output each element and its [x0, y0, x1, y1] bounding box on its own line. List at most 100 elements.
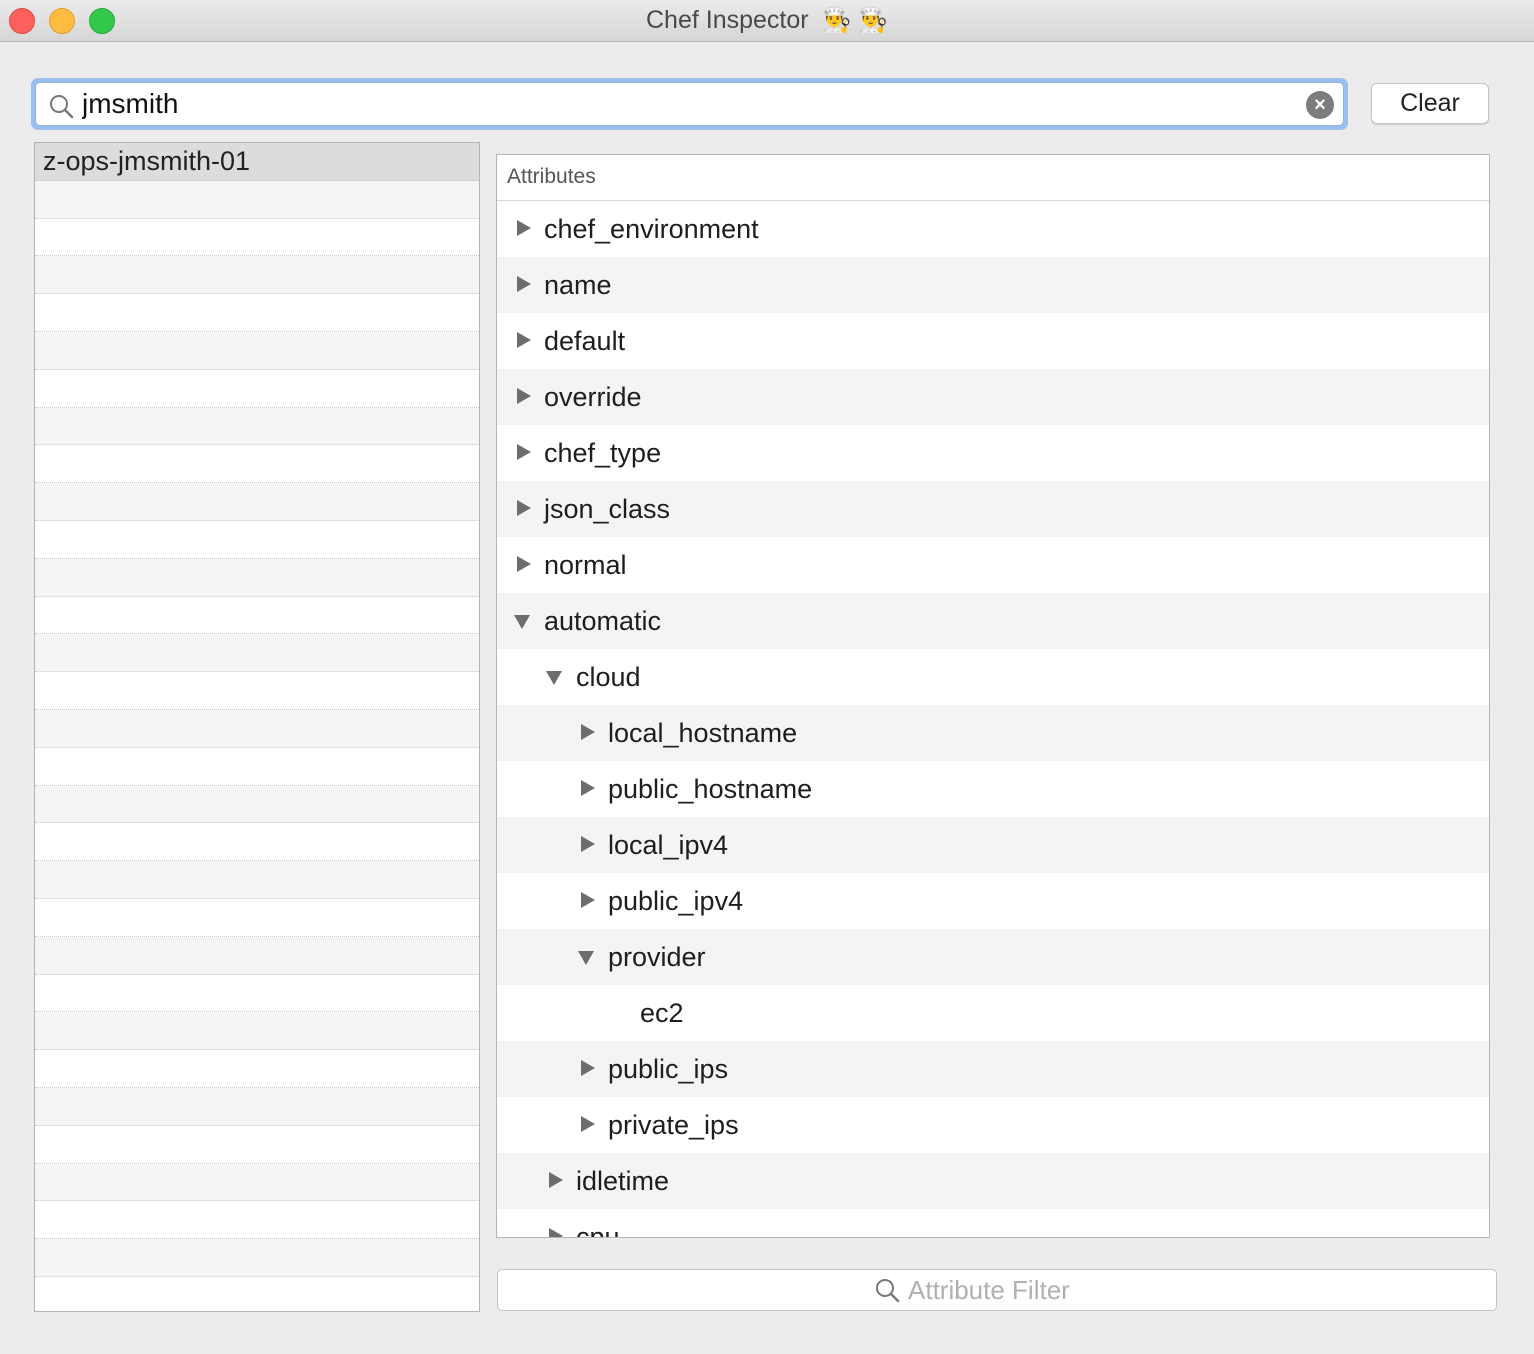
node-row-empty [35, 483, 479, 521]
clear-button[interactable]: Clear [1371, 83, 1489, 124]
node-row-empty [35, 709, 479, 748]
attributes-outline[interactable]: Attributes chef_environmentname default ov… [496, 154, 1490, 1238]
node-row-empty [35, 823, 479, 862]
attribute-label: ec2 [640, 998, 684, 1028]
disclosure-right-icon[interactable] [545, 1209, 565, 1237]
attribute-row[interactable]: cloud [497, 649, 1489, 705]
node-row-empty [35, 672, 479, 710]
attribute-label: provider [608, 942, 706, 972]
disclosure-right-icon[interactable] [577, 817, 597, 873]
attribute-label: name [544, 270, 612, 300]
node-row-empty [35, 219, 479, 257]
node-row-empty [35, 1126, 479, 1164]
node-row-empty [35, 1050, 479, 1088]
disclosure-right-icon[interactable] [577, 705, 597, 761]
window-title-text: Chef Inspector [646, 6, 809, 34]
node-row-empty [35, 975, 479, 1013]
attribute-label: idletime [576, 1166, 670, 1196]
attribute-label: json_class [544, 494, 671, 524]
node-row-selected[interactable]: z-ops-jmsmith-01 [35, 143, 479, 181]
node-list[interactable]: z-ops-jmsmith-01 [34, 142, 480, 1312]
node-row-empty [35, 1087, 479, 1126]
attribute-label: normal [544, 550, 627, 580]
disclosure-right-icon[interactable] [513, 481, 533, 537]
attribute-filter-field[interactable] [497, 1269, 1497, 1311]
attribute-row[interactable]: automatic [497, 593, 1489, 649]
node-row-empty [35, 861, 479, 899]
disclosure-right-icon[interactable] [513, 369, 533, 425]
node-row-empty [35, 597, 479, 635]
disclosure-right-icon[interactable] [513, 201, 533, 257]
attribute-label: public_hostname [608, 774, 813, 804]
node-row-empty [35, 331, 479, 370]
attribute-row[interactable]: idletime [497, 1153, 1489, 1209]
node-row-empty [35, 445, 479, 484]
attribute-row[interactable]: chef_type [497, 425, 1489, 481]
app-window: Chef Inspector 👨‍🍳 👨‍🍳 × Clear z-ops-jms… [0, 0, 1534, 1354]
attribute-filter-input[interactable] [908, 1274, 1208, 1306]
attribute-row[interactable]: provider [497, 929, 1489, 985]
search-field[interactable]: × [35, 82, 1344, 126]
node-row-empty [35, 1201, 479, 1240]
attribute-label: chef_type [544, 438, 662, 468]
attribute-row[interactable]: public_ips [497, 1041, 1489, 1097]
search-field-focus-ring: × [31, 78, 1348, 130]
attribute-row[interactable]: public_ipv4 [497, 873, 1489, 929]
node-row-empty [35, 1163, 479, 1202]
attribute-row[interactable]: cpu [497, 1209, 1489, 1237]
attribute-label: cloud [576, 662, 641, 692]
clear-search-icon[interactable]: × [1306, 91, 1334, 119]
chef-emoji-icon: 👨‍🍳 👨‍🍳 [821, 7, 888, 34]
attribute-row[interactable]: local_hostname [497, 705, 1489, 761]
attribute-label: override [544, 382, 642, 412]
disclosure-right-icon[interactable] [513, 425, 533, 481]
attribute-row[interactable]: json_class [497, 481, 1489, 537]
disclosure-down-icon[interactable] [513, 593, 533, 649]
search-icon [50, 95, 74, 119]
attribute-label: public_ipv4 [608, 886, 744, 916]
attribute-row[interactable]: name [497, 257, 1489, 313]
attributes-rows: chef_environmentname default override chef_… [497, 201, 1489, 1237]
attribute-row[interactable]: normal [497, 537, 1489, 593]
node-row-empty [35, 936, 479, 975]
attributes-column-header: Attributes [497, 155, 1489, 201]
attribute-label: default [544, 326, 626, 356]
search-input[interactable] [82, 83, 1282, 125]
title-bar[interactable]: Chef Inspector 👨‍🍳 👨‍🍳 [0, 0, 1534, 42]
node-row-empty [35, 521, 479, 559]
node-row-empty [35, 785, 479, 824]
node-row-empty [35, 180, 479, 219]
attribute-filter-inner [874, 1270, 1208, 1310]
node-row-empty [35, 1012, 479, 1051]
node-row-empty [35, 370, 479, 408]
attribute-row[interactable]: override [497, 369, 1489, 425]
attribute-label: automatic [544, 606, 662, 636]
attribute-row[interactable]: chef_environment [497, 201, 1489, 257]
disclosure-right-icon[interactable] [577, 873, 597, 929]
attribute-row[interactable]: ec2 [497, 985, 1489, 1041]
disclosure-right-icon[interactable] [513, 537, 533, 593]
disclosure-right-icon[interactable] [545, 1153, 565, 1209]
attribute-label: local_hostname [608, 718, 798, 748]
attribute-label: local_ipv4 [608, 830, 729, 860]
disclosure-right-icon[interactable] [577, 1041, 597, 1097]
disclosure-right-icon[interactable] [513, 313, 533, 369]
attribute-label: private_ips [608, 1110, 739, 1140]
node-row-empty [35, 294, 479, 332]
attribute-row[interactable]: default [497, 313, 1489, 369]
disclosure-down-icon[interactable] [577, 929, 597, 985]
node-row-empty [35, 899, 479, 937]
disclosure-down-icon[interactable] [545, 649, 565, 705]
attribute-row[interactable]: public_hostname [497, 761, 1489, 817]
node-row-empty [35, 407, 479, 446]
node-row-empty [35, 634, 479, 673]
disclosure-right-icon[interactable] [577, 1097, 597, 1153]
attribute-row[interactable]: private_ips [497, 1097, 1489, 1153]
node-row-empty [35, 256, 479, 295]
disclosure-right-icon[interactable] [577, 761, 597, 817]
attribute-label: public_ips [608, 1054, 729, 1084]
attribute-label: chef_environment [544, 214, 759, 244]
node-row-empty [35, 558, 479, 597]
attribute-row[interactable]: local_ipv4 [497, 817, 1489, 873]
disclosure-right-icon[interactable] [513, 257, 533, 313]
